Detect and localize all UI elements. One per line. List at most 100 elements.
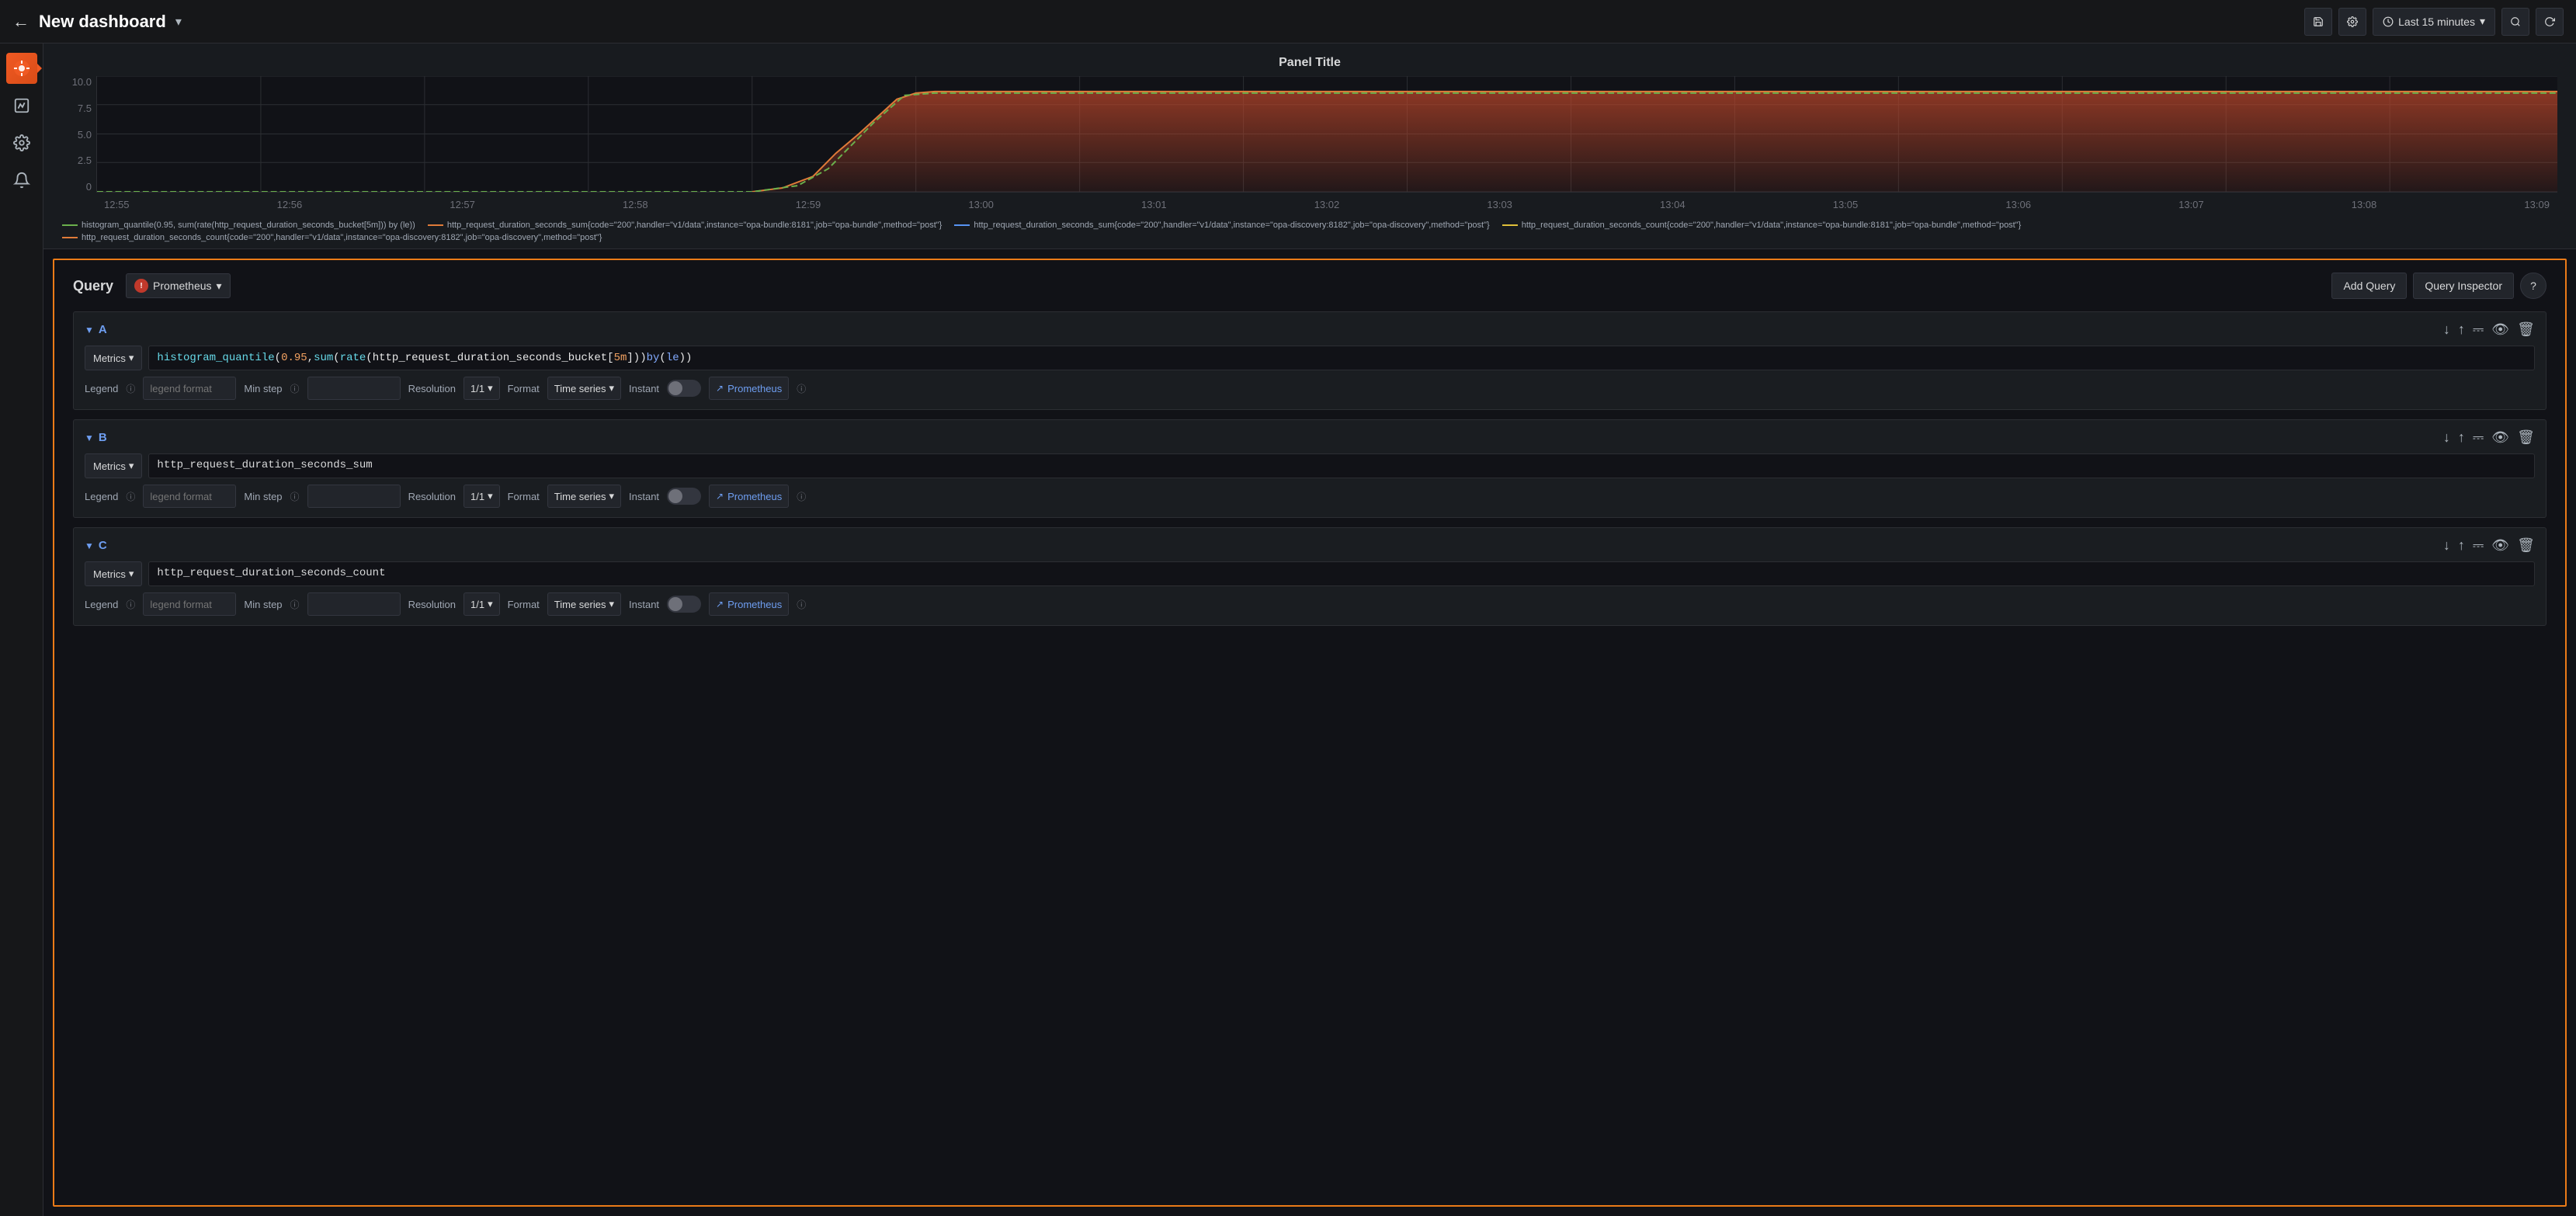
search-button[interactable] — [2501, 8, 2529, 36]
query-b-instant-toggle[interactable] — [667, 488, 701, 505]
query-panel-right: Add Query Query Inspector ? — [2331, 273, 2546, 299]
query-a-metric-select[interactable]: Metrics ▾ — [85, 346, 142, 370]
dashboard-settings-button[interactable] — [2338, 8, 2366, 36]
query-b-instant-knob — [668, 489, 682, 503]
query-a-expression[interactable]: histogram_quantile(0.95, sum(rate(http_r… — [148, 346, 2535, 370]
chart-container: 10.0 7.5 5.0 2.5 0 — [62, 76, 2557, 216]
query-row-a: ▼ A ↓ ↑ ⎓ 👁 🗑 Metrics ▾ — [73, 311, 2546, 410]
query-a-format-select[interactable]: Time series ▾ — [547, 377, 621, 400]
query-c-prometheus-info[interactable]: ⓘ — [797, 598, 806, 611]
query-b-editor-line: Metrics ▾ http_request_duration_seconds_… — [85, 453, 2535, 478]
chart-drawing-area[interactable] — [96, 76, 2557, 193]
query-a-minstep-info[interactable]: ⓘ — [290, 382, 300, 395]
y-label-4: 0 — [86, 181, 92, 193]
query-a-chevron: ▼ — [85, 325, 94, 335]
legend-item-1: http_request_duration_seconds_sum{code="… — [428, 221, 943, 230]
query-c-resolution-select[interactable]: 1/1 ▾ — [463, 592, 500, 616]
query-b-expression[interactable]: http_request_duration_seconds_sum — [148, 453, 2535, 478]
nav-right: Last 15 minutes ▾ — [2304, 8, 2564, 36]
query-c-metric-chevron: ▾ — [129, 568, 134, 580]
query-b-metric-select[interactable]: Metrics ▾ — [85, 453, 142, 478]
query-c-prometheus-link-icon: ↗ — [716, 599, 724, 610]
query-b-toggle-visibility[interactable]: 👁 — [2491, 429, 2509, 446]
query-inspector-button[interactable]: Query Inspector — [2413, 273, 2514, 299]
query-b-legend-label: Legend — [85, 491, 118, 502]
query-c-resolution-label: Resolution — [408, 599, 456, 610]
query-b-prometheus-link[interactable]: ↗ Prometheus — [709, 485, 789, 508]
query-c-minstep-info[interactable]: ⓘ — [290, 598, 300, 611]
query-a-resolution-value: 1/1 — [470, 383, 484, 394]
query-a-toggle-visibility[interactable]: 👁 — [2491, 321, 2509, 338]
query-b-resolution-label: Resolution — [408, 491, 456, 502]
query-b-metric-label: Metrics — [93, 460, 126, 472]
save-dashboard-button[interactable] — [2304, 8, 2332, 36]
time-range-label: Last 15 minutes — [2398, 16, 2475, 28]
query-c-move-up[interactable]: ↑ — [2458, 537, 2465, 554]
query-a-minstep-label: Min step — [244, 383, 282, 394]
legend-item-0: histogram_quantile(0.95, sum(rate(http_r… — [62, 221, 415, 230]
query-a-move-up[interactable]: ↑ — [2458, 321, 2465, 338]
query-c-duplicate[interactable]: ⎓ — [2473, 537, 2484, 554]
sidebar-item-settings[interactable] — [6, 127, 37, 158]
query-c-prometheus-link[interactable]: ↗ Prometheus — [709, 592, 789, 616]
query-c-metric-select[interactable]: Metrics ▾ — [85, 561, 142, 586]
help-button[interactable]: ? — [2520, 273, 2546, 299]
query-b-minstep-input[interactable] — [307, 485, 401, 508]
query-b-format-select[interactable]: Time series ▾ — [547, 485, 621, 508]
query-row-a-label[interactable]: ▼ A — [85, 323, 107, 336]
query-c-toggle-visibility[interactable]: 👁 — [2491, 537, 2509, 554]
query-label: Query — [73, 278, 113, 294]
dashboard-title-chevron[interactable]: ▾ — [175, 14, 182, 30]
query-b-legend-input[interactable] — [143, 485, 236, 508]
query-a-move-down[interactable]: ↓ — [2443, 321, 2450, 338]
sidebar-item-alerts[interactable] — [6, 165, 37, 196]
query-c-prometheus-label: Prometheus — [727, 599, 782, 610]
refresh-button[interactable] — [2536, 8, 2564, 36]
query-row-c-label[interactable]: ▼ C — [85, 539, 107, 552]
query-a-prometheus-info[interactable]: ⓘ — [797, 382, 806, 395]
legend-color-2 — [954, 224, 970, 226]
query-a-legend-input[interactable] — [143, 377, 236, 400]
query-c-instant-knob — [668, 597, 682, 611]
query-c-minstep-input[interactable] — [307, 592, 401, 616]
query-b-prometheus-info[interactable]: ⓘ — [797, 490, 806, 503]
back-button[interactable]: ← — [12, 12, 30, 32]
query-a-resolution-select[interactable]: 1/1 ▾ — [463, 377, 500, 400]
query-c-delete[interactable]: 🗑 — [2517, 537, 2535, 554]
add-query-button[interactable]: Add Query — [2331, 273, 2407, 299]
time-range-button[interactable]: Last 15 minutes ▾ — [2373, 8, 2495, 36]
query-row-a-actions: ↓ ↑ ⎓ 👁 🗑 — [2443, 321, 2535, 338]
query-b-delete[interactable]: 🗑 — [2517, 429, 2535, 446]
y-label-3: 2.5 — [78, 155, 92, 166]
query-c-move-down[interactable]: ↓ — [2443, 537, 2450, 554]
query-b-move-up[interactable]: ↑ — [2458, 429, 2465, 446]
query-a-minstep-input[interactable] — [307, 377, 401, 400]
sidebar-item-grafana[interactable] — [6, 53, 37, 84]
query-a-duplicate[interactable]: ⎓ — [2473, 321, 2484, 338]
query-a-legend-info[interactable]: ⓘ — [126, 382, 135, 395]
query-c-legend-input[interactable] — [143, 592, 236, 616]
datasource-chevron: ▾ — [217, 280, 222, 293]
query-b-resolution-select[interactable]: 1/1 ▾ — [463, 485, 500, 508]
datasource-icon: ! — [134, 279, 148, 293]
query-a-prometheus-link[interactable]: ↗ Prometheus — [709, 377, 789, 400]
query-b-instant-label: Instant — [629, 491, 659, 502]
query-a-metric-chevron: ▾ — [129, 352, 134, 364]
query-b-minstep-info[interactable]: ⓘ — [290, 490, 300, 503]
query-b-legend-info[interactable]: ⓘ — [126, 490, 135, 503]
query-a-delete[interactable]: 🗑 — [2517, 321, 2535, 338]
content-area: Panel Title 10.0 7.5 5.0 2.5 0 — [43, 43, 2576, 1216]
query-b-duplicate[interactable]: ⎓ — [2473, 429, 2484, 446]
query-c-legend-info[interactable]: ⓘ — [126, 598, 135, 611]
query-row-b-label[interactable]: ▼ B — [85, 431, 107, 444]
query-a-instant-toggle[interactable] — [667, 380, 701, 397]
query-b-move-down[interactable]: ↓ — [2443, 429, 2450, 446]
legend-color-3 — [1502, 224, 1518, 226]
legend-item-2: http_request_duration_seconds_sum{code="… — [954, 221, 1489, 230]
query-c-expression[interactable]: http_request_duration_seconds_count — [148, 561, 2535, 586]
query-c-instant-toggle[interactable] — [667, 596, 701, 613]
datasource-select[interactable]: ! Prometheus ▾ — [126, 273, 231, 298]
sidebar-item-chart[interactable] — [6, 90, 37, 121]
query-c-format-select[interactable]: Time series ▾ — [547, 592, 621, 616]
query-a-instant-knob — [668, 381, 682, 395]
